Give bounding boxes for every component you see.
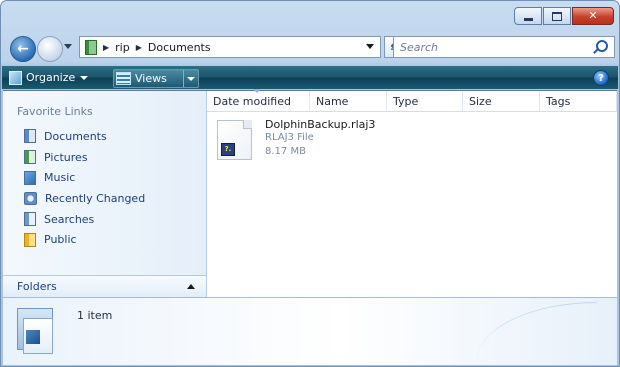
organize-button[interactable]: Organize [9,69,89,86]
minimize-button[interactable] [514,7,542,25]
help-icon: ? [598,72,604,84]
column-date-modified[interactable]: Date modified [207,89,310,111]
folders-label: Folders [17,280,57,293]
forward-button[interactable] [37,36,63,62]
search-input[interactable]: Search [400,41,438,54]
navigation-pane: Favorite Links Documents Pictures Music … [3,91,207,297]
details-pane: 1 item [3,297,617,365]
favorite-links-list: Documents Pictures Music Recently Change… [24,126,145,250]
file-list-pane: Date modified Name Type Size Tags ?. Dol… [207,89,617,297]
views-label: Views [135,72,167,85]
minimize-icon [523,17,533,21]
favorite-link-label: Music [44,171,76,185]
close-icon: ✕ [588,9,598,22]
public-folder-icon [24,232,36,247]
favorite-link-documents[interactable]: Documents [24,126,145,147]
file-type: RLAJ3 File [265,132,314,143]
favorite-link-searches[interactable]: Searches [24,209,145,230]
column-label: Tags [546,94,571,108]
explorer-window: ✕ ← ▶ rip ▶ Documents ⇆ Search Organize … [0,0,620,367]
maximize-icon [552,11,562,21]
chevron-down-icon [80,75,89,80]
decorative-swoosh [477,302,597,361]
item-count: 1 item [77,309,113,322]
favorite-link-label: Documents [44,129,107,143]
favorite-link-pictures[interactable]: Pictures [24,147,145,168]
favorite-link-recently-changed[interactable]: Recently Changed [24,188,145,209]
documents-icon [24,129,36,144]
breadcrumb-documents[interactable]: Documents [148,41,211,54]
column-label: Type [393,94,419,108]
address-dropdown-arrow[interactable] [366,44,374,49]
searches-icon [24,212,36,227]
documents-folder-icon [17,308,53,354]
back-arrow-icon: ← [17,40,29,57]
close-button[interactable]: ✕ [572,7,614,25]
file-item[interactable]: ?. DolphinBackup.rlaj3 RLAJ3 File 8.17 M… [217,118,417,168]
column-label: Name [316,94,349,108]
location-icon [85,39,97,55]
favorite-link-label: Public [44,233,77,247]
favorite-link-label: Pictures [44,150,88,164]
favorite-link-public[interactable]: Public [24,229,145,250]
views-button[interactable]: Views [113,69,199,88]
unknown-file-icon: ?. [217,120,252,160]
organize-icon [9,70,22,85]
folders-toggle[interactable]: Folders [3,275,206,297]
file-size: 8.17 MB [265,146,306,157]
chevron-right-icon[interactable]: ▶ [103,43,109,52]
content-area: Favorite Links Documents Pictures Music … [3,89,617,297]
file-type-badge: ?. [221,143,235,156]
back-button[interactable]: ← [10,36,36,62]
file-name: DolphinBackup.rlaj3 [265,118,376,131]
chevron-up-icon [187,284,195,289]
chevron-down-icon [187,76,195,81]
search-box[interactable]: Search [393,36,615,58]
column-name[interactable]: Name [310,91,387,111]
caption-buttons: ✕ [513,7,614,25]
maximize-button[interactable] [543,7,571,25]
column-label: Date modified [213,94,291,108]
favorite-link-music[interactable]: Music [24,167,145,188]
recently-changed-icon [24,191,37,205]
sort-indicator-icon [253,89,261,93]
search-icon[interactable] [596,40,608,52]
recent-pages-dropdown[interactable] [64,44,72,49]
favorite-link-label: Searches [44,212,95,226]
column-size[interactable]: Size [463,91,540,111]
command-toolbar: Organize Views ? [2,66,618,89]
favorite-links-title: Favorite Links [17,105,93,118]
pictures-icon [24,150,36,165]
column-label: Size [469,94,492,108]
views-icon [116,72,131,85]
column-headers: Date modified Name Type Size Tags [207,89,617,112]
help-button[interactable]: ? [593,70,609,86]
music-icon [24,170,36,185]
favorite-link-label: Recently Changed [45,191,146,205]
column-tags[interactable]: Tags [540,91,617,111]
views-dropdown[interactable] [183,70,198,87]
address-bar[interactable]: ▶ rip ▶ Documents [79,36,381,58]
breadcrumb-rip[interactable]: rip [115,41,130,54]
column-type[interactable]: Type [387,91,463,111]
chevron-right-icon[interactable]: ▶ [136,43,142,52]
organize-label: Organize [26,71,76,84]
